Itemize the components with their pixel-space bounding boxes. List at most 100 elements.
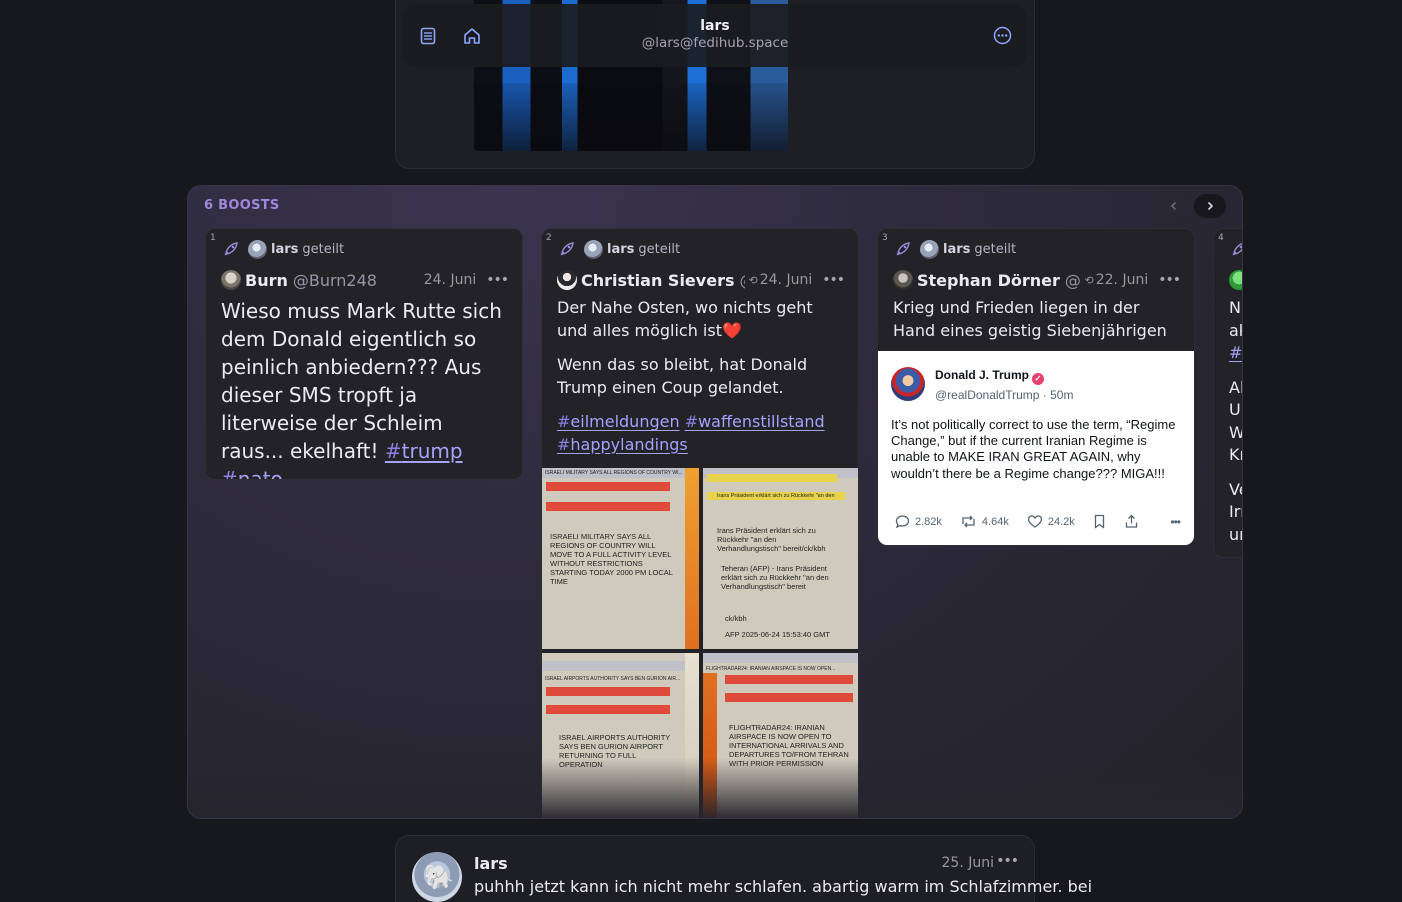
clipped-line: ur: [1229, 524, 1242, 544]
post-date[interactable]: 24. Juni: [420, 272, 476, 288]
embedded-screenshot[interactable]: Donald J. Trump ✓ @realDonaldTrump · 50m …: [878, 351, 1194, 545]
sharer-name[interactable]: lars: [271, 242, 298, 257]
author-handle[interactable]: @doe: [1065, 271, 1081, 290]
heart-emoji: ❤️: [721, 320, 742, 340]
post-text: Krieg und Frieden liegen in der Hand ein…: [893, 298, 1167, 340]
author-avatar[interactable]: [557, 270, 577, 290]
author-handle[interactable]: @Burn248: [293, 271, 377, 290]
media-image[interactable]: ISRAEL AIRPORTS AUTHORITY SAYS BEN GURIO…: [542, 653, 699, 818]
boosts-carousel: 6 BOOSTS 1 lars geteilt Burn @Burn248 24…: [187, 185, 1243, 819]
image-body-text: Irans Präsident erklärt sich zu Rückkehr…: [717, 526, 826, 553]
sharer-avatar[interactable]: [920, 239, 939, 259]
embed-age: 50m: [1050, 388, 1074, 402]
clipped-line: ak: [1229, 320, 1242, 340]
post-text-body: Der Nahe Osten, wo nichts geht und alles…: [557, 298, 813, 340]
hashtag-link[interactable]: #nato: [221, 467, 283, 479]
post-more-icon[interactable]: •••: [822, 272, 845, 288]
author-name[interactable]: Burn: [245, 271, 288, 290]
image-signature-text: ck/kbh: [725, 614, 747, 623]
carousel-prev-button[interactable]: [1158, 194, 1190, 218]
embed-actions: 2.82k 4.64k 24.2k •••: [895, 514, 1181, 529]
media-image[interactable]: Irans Präsident erklärt sich zu Rückkehr…: [703, 468, 858, 649]
embed-author-name: Donald J. Trump ✓: [935, 368, 1045, 385]
home-icon[interactable]: [461, 25, 483, 47]
shared-by-row: lars geteilt: [558, 239, 858, 259]
post-more-icon[interactable]: •••: [486, 272, 509, 288]
image-body-text: Teheran (AFP) - Irans Präsident erklärt …: [721, 564, 829, 591]
repost-icon: [962, 515, 975, 528]
boost-index: 1: [210, 233, 216, 243]
image-header-text: ISRAEL AIRPORTS AUTHORITY SAYS BEN GURIO…: [545, 676, 681, 682]
hashtag-link[interactable]: #waffenstillstand: [685, 412, 825, 431]
author-name[interactable]: Stephan Dörner: [917, 271, 1060, 290]
post-date[interactable]: 24. Juni: [760, 272, 812, 288]
embed-replies: 2.82k: [895, 514, 942, 529]
post-date[interactable]: 22. Juni: [1096, 272, 1148, 288]
clipped-line: W: [1229, 422, 1242, 445]
rocket-boost-icon: [896, 242, 910, 256]
status-card[interactable]: lars 25. Juni ••• puhhh jetzt kann ich n…: [395, 835, 1092, 902]
carousel-next-button[interactable]: [1194, 194, 1226, 218]
header-account-handle: @lars@fedihub.space: [641, 35, 789, 51]
share-icon: [1124, 514, 1139, 529]
hashtag-link[interactable]: #happylandings: [557, 435, 688, 454]
embed-reblogs: 4.64k: [960, 514, 1009, 529]
post-date[interactable]: 25. Juni: [942, 855, 994, 871]
author-avatar[interactable]: [1229, 270, 1242, 290]
post-more-icon[interactable]: •••: [1158, 272, 1181, 288]
post-text: Wenn das so bleibt, hat Donald Trump ein…: [557, 355, 808, 397]
hashtag-link[interactable]: #eilmeldungen: [557, 412, 680, 431]
author-row: Christian Sievers @sie ⟲24. Juni •••: [557, 269, 858, 291]
author-avatar[interactable]: [412, 852, 462, 902]
clipped-line: N: [1229, 298, 1241, 317]
reader-view-icon[interactable]: [417, 25, 439, 47]
embed-body: It’s not politically correct to use the …: [891, 417, 1176, 481]
post-hashtags: #eilmeldungen #waffenstillstand #happyla…: [557, 411, 842, 456]
verified-badge-icon: ✓: [1032, 373, 1045, 385]
shared-label: geteilt: [638, 241, 681, 257]
media-image[interactable]: ISRAELI MILITARY SAYS ALL REGIONS OF COU…: [542, 468, 699, 649]
sharer-avatar[interactable]: [248, 239, 267, 259]
clipped-line: #: [1229, 343, 1243, 362]
boost-card[interactable]: 3 lars geteilt Stephan Dörner @doe ⟲22. …: [877, 228, 1195, 546]
shared-by-row: lars geteilt: [894, 239, 1194, 259]
author-avatar[interactable]: [893, 270, 913, 290]
chevron-right-icon: [1207, 201, 1214, 211]
author-name[interactable]: lars: [474, 854, 508, 873]
boost-index: 4: [1218, 233, 1224, 243]
embed-replies-count: 2.82k: [915, 515, 942, 528]
rocket-boost-icon: [560, 242, 574, 256]
boost-card[interactable]: 1 lars geteilt Burn @Burn248 24. Juni ••…: [205, 228, 523, 480]
sharer-name[interactable]: lars: [607, 242, 634, 257]
media-image[interactable]: FLIGHTRADAR24: IRANIAN AIRSPACE IS NOW O…: [703, 653, 858, 818]
more-options-icon[interactable]: [991, 25, 1013, 47]
hashtag-text: eilmeldungen: [570, 412, 680, 431]
shared-label: geteilt: [974, 241, 1017, 257]
hashtag-text: happylandings: [570, 434, 688, 454]
hashtag-text: trump: [401, 439, 463, 463]
author-row: Stephan Dörner @doe ⟲22. Juni •••: [893, 269, 1194, 291]
edited-icon: ⟲: [748, 274, 758, 287]
author-avatar[interactable]: [221, 270, 241, 290]
shared-by-row: lars geteilt: [222, 239, 522, 259]
like-heart-icon: [1027, 515, 1042, 528]
sharer-name[interactable]: lars: [943, 242, 970, 257]
boosts-count-label: 6 BOOSTS: [204, 198, 280, 213]
author-name[interactable]: Christian Sievers: [581, 271, 734, 290]
rocket-boost-icon: [224, 242, 238, 256]
image-header-text: ISRAELI MILITARY SAYS ALL REGIONS OF COU…: [545, 470, 683, 476]
shared-label: geteilt: [302, 241, 345, 257]
clipped-line: Ur: [1229, 400, 1242, 419]
bookmark-icon: [1093, 514, 1106, 529]
shared-by-row: [1230, 239, 1242, 259]
post-text: Der Nahe Osten, wo nichts geht und alles…: [557, 297, 842, 342]
sharer-avatar[interactable]: [584, 239, 603, 259]
boost-card[interactable]: 4 N ak # Al Ur W Kr Ve Irı ur: [1213, 228, 1243, 558]
boost-card[interactable]: 2 lars geteilt Christian Sievers @sie ⟲2…: [541, 228, 859, 818]
post-more-icon[interactable]: •••: [996, 853, 1019, 869]
hashtag-text: waffenstillstand: [698, 412, 825, 431]
media-gallery: ISRAELI MILITARY SAYS ALL REGIONS OF COU…: [542, 468, 858, 818]
hashtag-link[interactable]: #trump: [385, 439, 463, 463]
embed-likes: 24.2k: [1027, 514, 1075, 529]
embed-more-icon: •••: [1170, 514, 1181, 529]
